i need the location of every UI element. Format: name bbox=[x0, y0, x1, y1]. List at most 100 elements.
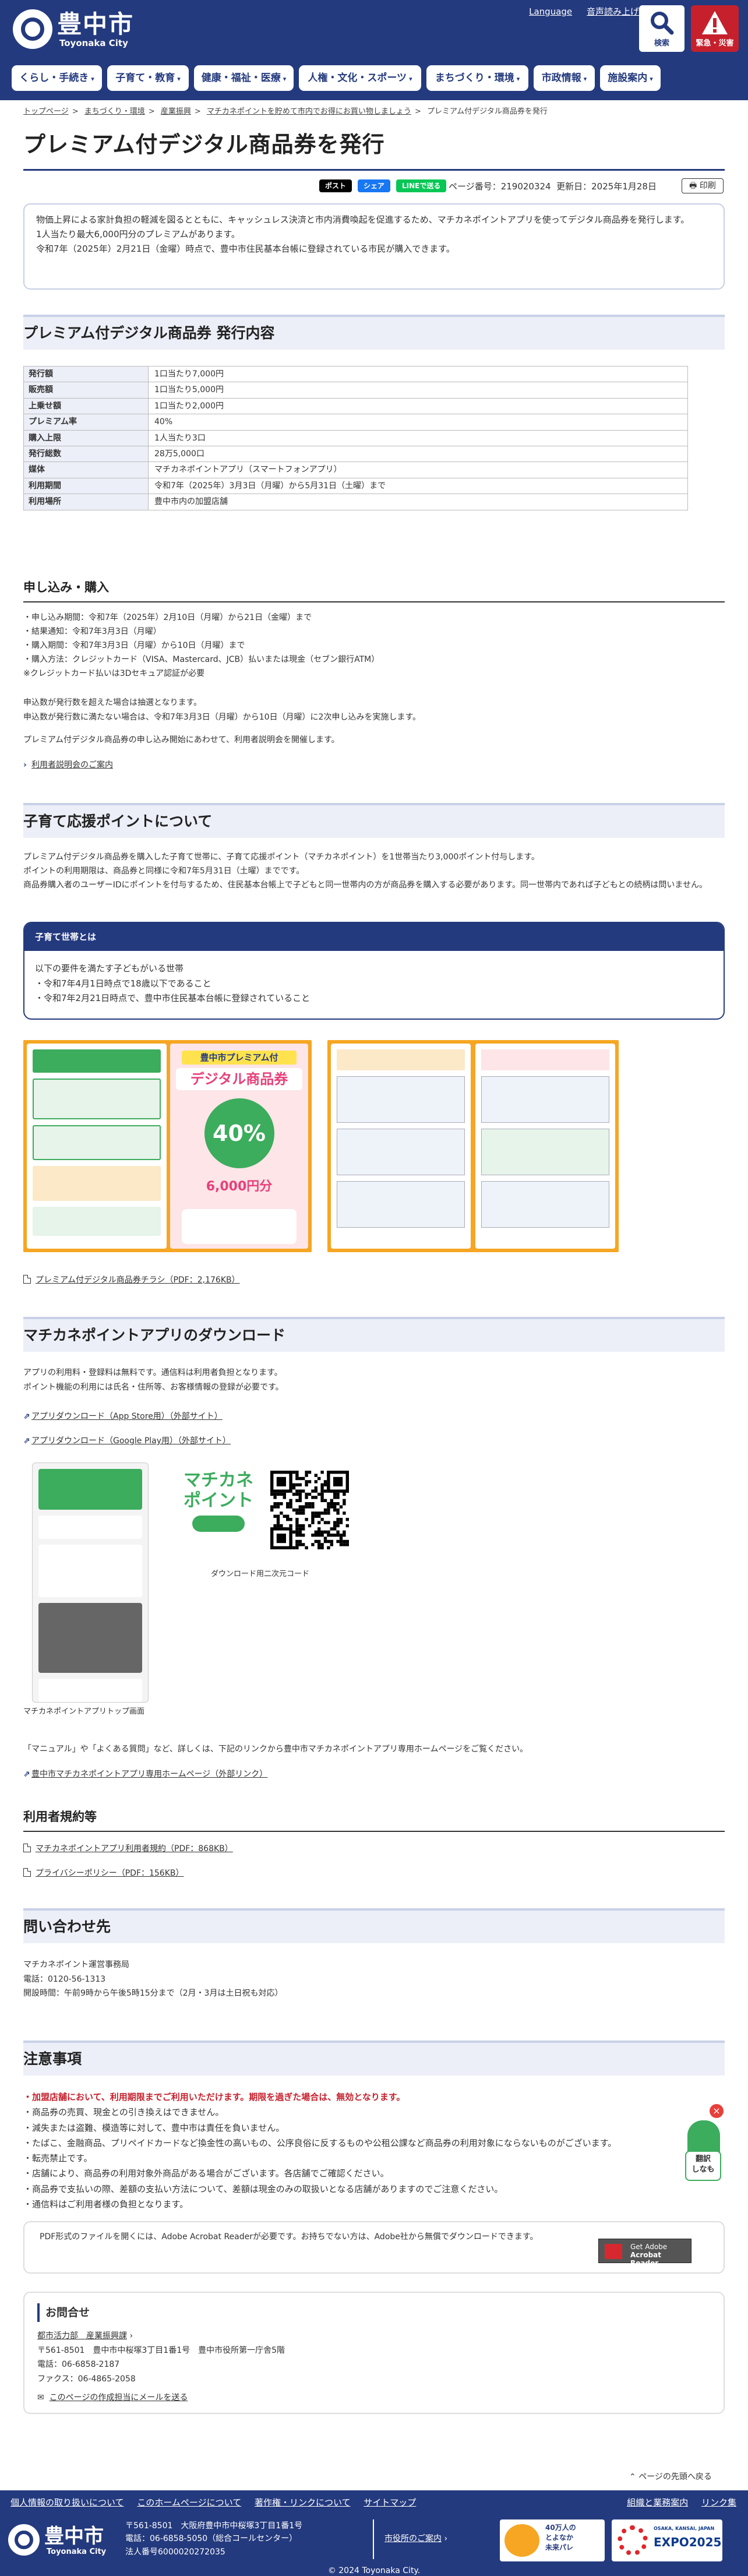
apply-note3: プレミアム付デジタル商品券の申し込み開始にあわせて、利用者説明会を開催します。 bbox=[23, 735, 340, 745]
breadcrumb: トップページ > まちづくり・環境 > 産業振興 > マチカネポイントを貯めて市内でお… bbox=[23, 106, 548, 118]
toyonaka-future-banner[interactable]: 40万人の とよなか 未来パレ bbox=[500, 2519, 605, 2561]
nav-item-urban[interactable]: まちづくり・環境 bbox=[426, 65, 528, 91]
app-store-link-text[interactable]: アプリダウンロード（App Store用）（外部サイト） bbox=[31, 1412, 223, 1421]
footer-link-about[interactable]: このホームページについて bbox=[137, 2497, 241, 2508]
nav-item-life[interactable]: くらし・手続き bbox=[12, 65, 102, 91]
title-underline bbox=[23, 169, 725, 171]
back-to-top-link[interactable]: ⌃ ページの先頭へ戻る bbox=[629, 2471, 712, 2483]
breadcrumb-link[interactable]: マチカネポイントを貯めて市内でお得にお買い物しましょう bbox=[207, 107, 411, 116]
flyer-pdf-link[interactable]: プレミアム付デジタル商品券チラシ（PDF：2,176KB） bbox=[23, 1274, 240, 1287]
mail-icon: ✉ bbox=[37, 2393, 44, 2403]
table-cell: マチカネポイントアプリ（スマートフォンアプリ） bbox=[148, 461, 688, 478]
privacy-pdf-link[interactable]: プライバシーポリシー（PDF：156KB） bbox=[23, 1867, 184, 1880]
child-text: プレミアム付デジタル商品券を購入した子育て世帯に、子育て応援ポイント（マチカネポ… bbox=[23, 851, 725, 892]
table-row: 販売額 1口当たり5,000円 bbox=[23, 382, 688, 399]
intro-box: 物価上昇による家計負担の軽減を図るとともに、キャッシュレス決済と市内消費喚起を促… bbox=[23, 203, 725, 290]
line-share-button[interactable]: LINEで送る bbox=[396, 179, 447, 192]
app-store-link[interactable]: ⇗ アプリダウンロード（App Store用）（外部サイト） bbox=[23, 1410, 223, 1423]
external-link-icon: ⇗ bbox=[23, 1436, 30, 1446]
nav-item-health[interactable]: 健康・福祉・医療 bbox=[194, 65, 294, 91]
expo-logo-icon bbox=[618, 2525, 648, 2556]
pdf-icon bbox=[23, 1275, 31, 1284]
app-homepage-link[interactable]: ⇗ 豊中市マチカネポイントアプリ専用ホームページ（外部リンク） bbox=[23, 1768, 267, 1781]
list-item: ・たばこ、金融商品、プリペイドカードなど換金性の高いもの、公序良俗に反するものや… bbox=[23, 2137, 617, 2148]
nav-item-childcare[interactable]: 子育て・教育 bbox=[107, 65, 189, 91]
city-emblem-icon bbox=[8, 2524, 40, 2556]
facebook-share-button[interactable]: シェア bbox=[358, 179, 391, 192]
close-icon[interactable]: × bbox=[710, 2104, 724, 2118]
child-box-line: 以下の要件を満たす子どもがいる世帯 bbox=[35, 963, 184, 974]
mascot-label: しなも bbox=[691, 2165, 715, 2175]
city-emblem-icon bbox=[13, 9, 52, 49]
nav-item-culture[interactable]: 人権・文化・スポーツ bbox=[299, 65, 421, 91]
google-play-link-text[interactable]: アプリダウンロード（Google Play用）（外部サイト） bbox=[31, 1436, 231, 1446]
terms-pdf-link-text[interactable]: マチカネポイントアプリ利用者規約（PDF：868KB） bbox=[36, 1844, 233, 1853]
expo2025-banner[interactable]: OSAKA, KANSAI, JAPAN EXPO2025 bbox=[612, 2519, 722, 2561]
flyer-pdf-link-text[interactable]: プレミアム付デジタル商品券チラシ（PDF：2,176KB） bbox=[36, 1275, 240, 1285]
qr-code bbox=[270, 1471, 349, 1549]
footer-link-links[interactable]: リンク集 bbox=[701, 2497, 736, 2508]
table-row: 発行総数 28万5,000口 bbox=[23, 445, 688, 463]
apply-notes: 申込数が発行数を超えた場合は抽選となります。 申込数が発行数に満たない場合は、令… bbox=[23, 696, 725, 724]
adobe-reader-badge[interactable]: Get Adobe Acrobat Reader bbox=[598, 2239, 691, 2267]
copyright: © 2024 Toyonaka City. bbox=[0, 2566, 748, 2576]
footer-link-privacy[interactable]: 個人情報の取り扱いについて bbox=[10, 2497, 124, 2508]
caution-warning: ・加盟店舗において、利用期限までご利用いただけます。期限を過ぎた場合は、無効とな… bbox=[23, 2092, 405, 2102]
footer-link-sitemap[interactable]: サイトマップ bbox=[364, 2497, 416, 2508]
intro-text: 令和7年（2025年）2月21日（金曜）時点で、豊中市住民基本台帳に登録されてい… bbox=[36, 243, 455, 254]
child-box-line: ・令和7年4月1日時点で18歳以下であること bbox=[35, 978, 211, 989]
google-play-link[interactable]: ⇗ アプリダウンロード（Google Play用）（外部サイト） bbox=[23, 1435, 231, 1447]
footer-access-link[interactable]: 市役所のご案内 bbox=[384, 2534, 442, 2543]
pdf-icon bbox=[23, 1844, 31, 1852]
print-label: 印刷 bbox=[699, 181, 716, 191]
contact-address: 〒561-8501 豊中市中桜塚3丁目1番1号 豊中市役所第一庁舎5階 bbox=[37, 2345, 285, 2355]
frog-mascot-icon bbox=[192, 1516, 245, 1532]
emergency-button[interactable]: 緊急・災害 bbox=[691, 5, 739, 52]
footer-link-copyright[interactable]: 著作権・リンクについて bbox=[255, 2497, 351, 2508]
table-cell: 豊中市内の加盟店舗 bbox=[148, 494, 688, 510]
list-item: ・商品券で支払いの際、差額の支払い方法について、差額は現金のみの取扱いとなる店舗… bbox=[23, 2183, 503, 2194]
table-row: 購入上限 1人当たり3口 bbox=[23, 429, 688, 446]
briefing-link-text[interactable]: 利用者説明会のご案内 bbox=[31, 760, 113, 770]
updated-date: 更新日：2025年1月28日 bbox=[556, 181, 657, 192]
list-item: ・申し込み期間：令和7年（2025年）2月10日（月曜）から21日（金曜）まで bbox=[23, 613, 312, 622]
terms-pdf-link[interactable]: マチカネポイントアプリ利用者規約（PDF：868KB） bbox=[23, 1842, 233, 1855]
app-para: ポイント機能の利用には氏名・住所等、お客様情報の登録が必要です。 bbox=[23, 1382, 284, 1392]
language-link[interactable]: Language bbox=[529, 6, 572, 17]
list-item: ・購入期間：令和7年3月3日（月曜）から10日（月曜）まで bbox=[23, 641, 245, 651]
print-button[interactable]: 🖶 印刷 bbox=[682, 178, 724, 193]
breadcrumb-link[interactable]: まちづくり・環境 bbox=[84, 107, 145, 116]
breadcrumb-link[interactable]: トップページ bbox=[23, 107, 69, 116]
footer-link-organization[interactable]: 組織と業務案内 bbox=[627, 2497, 688, 2508]
nav-item-government[interactable]: 市政情報 bbox=[534, 65, 595, 91]
section-heading-child: 子育て応援ポイントについて bbox=[23, 803, 725, 838]
chevron-right-icon: › bbox=[23, 760, 27, 770]
note-text: 申込数が発行数を超えた場合は抽選となります。 bbox=[23, 698, 202, 707]
child-household-box: 子育て世帯とは 以下の要件を満たす子どもがいる世帯 ・令和7年4月1日時点で18… bbox=[23, 922, 725, 1020]
table-row: 発行額 1口当たり7,000円 bbox=[23, 365, 688, 383]
flyer-percent: 40% bbox=[204, 1098, 274, 1169]
adobe-badge-line: Acrobat Reader bbox=[630, 2251, 661, 2267]
contact-dept-link[interactable]: 都市活力部 産業振興課 bbox=[37, 2331, 127, 2341]
banner-line: EXPO2025 bbox=[654, 2535, 722, 2549]
child-box-line: ・令和7年2月21日時点で、豊中市住民基本台帳に登録されていること bbox=[35, 993, 311, 1003]
site-logo[interactable]: 豊中市 Toyonaka City bbox=[12, 6, 143, 52]
footer-logo-subtext: Toyonaka City bbox=[47, 2547, 107, 2556]
chevron-right-icon: › bbox=[444, 2534, 448, 2543]
x-share-button[interactable]: ポスト bbox=[319, 179, 352, 192]
briefing-link[interactable]: › 利用者説明会のご案内 bbox=[23, 759, 113, 771]
app-homepage-link-text[interactable]: 豊中市マチカネポイントアプリ専用ホームページ（外部リンク） bbox=[31, 1770, 267, 1779]
mascot-label: 翻訳 bbox=[695, 2155, 711, 2163]
privacy-pdf-link-text[interactable]: プライバシーポリシー（PDF：156KB） bbox=[36, 1869, 184, 1878]
section-heading-terms: 利用者規約等 bbox=[23, 1807, 725, 1832]
logo-text-line: マチカネ bbox=[184, 1470, 253, 1490]
contact-mail-link[interactable]: このページの作成担当にメールを送る bbox=[50, 2393, 188, 2402]
search-button[interactable]: 検索 bbox=[639, 5, 685, 52]
app-screenshot bbox=[32, 1463, 149, 1703]
nav-item-facilities[interactable]: 施設案内 bbox=[600, 65, 661, 91]
breadcrumb-link[interactable]: 産業振興 bbox=[161, 107, 191, 116]
list-item: ・減失または盗難、模造等に対して、豊中市は責任を負いません。 bbox=[23, 2122, 285, 2133]
translation-mascot-button[interactable]: × 翻訳 しなも bbox=[683, 2104, 724, 2189]
table-cell: 1口当たり2,000円 bbox=[148, 397, 688, 415]
flyer-premium: 6,000円分 bbox=[206, 1179, 273, 1194]
